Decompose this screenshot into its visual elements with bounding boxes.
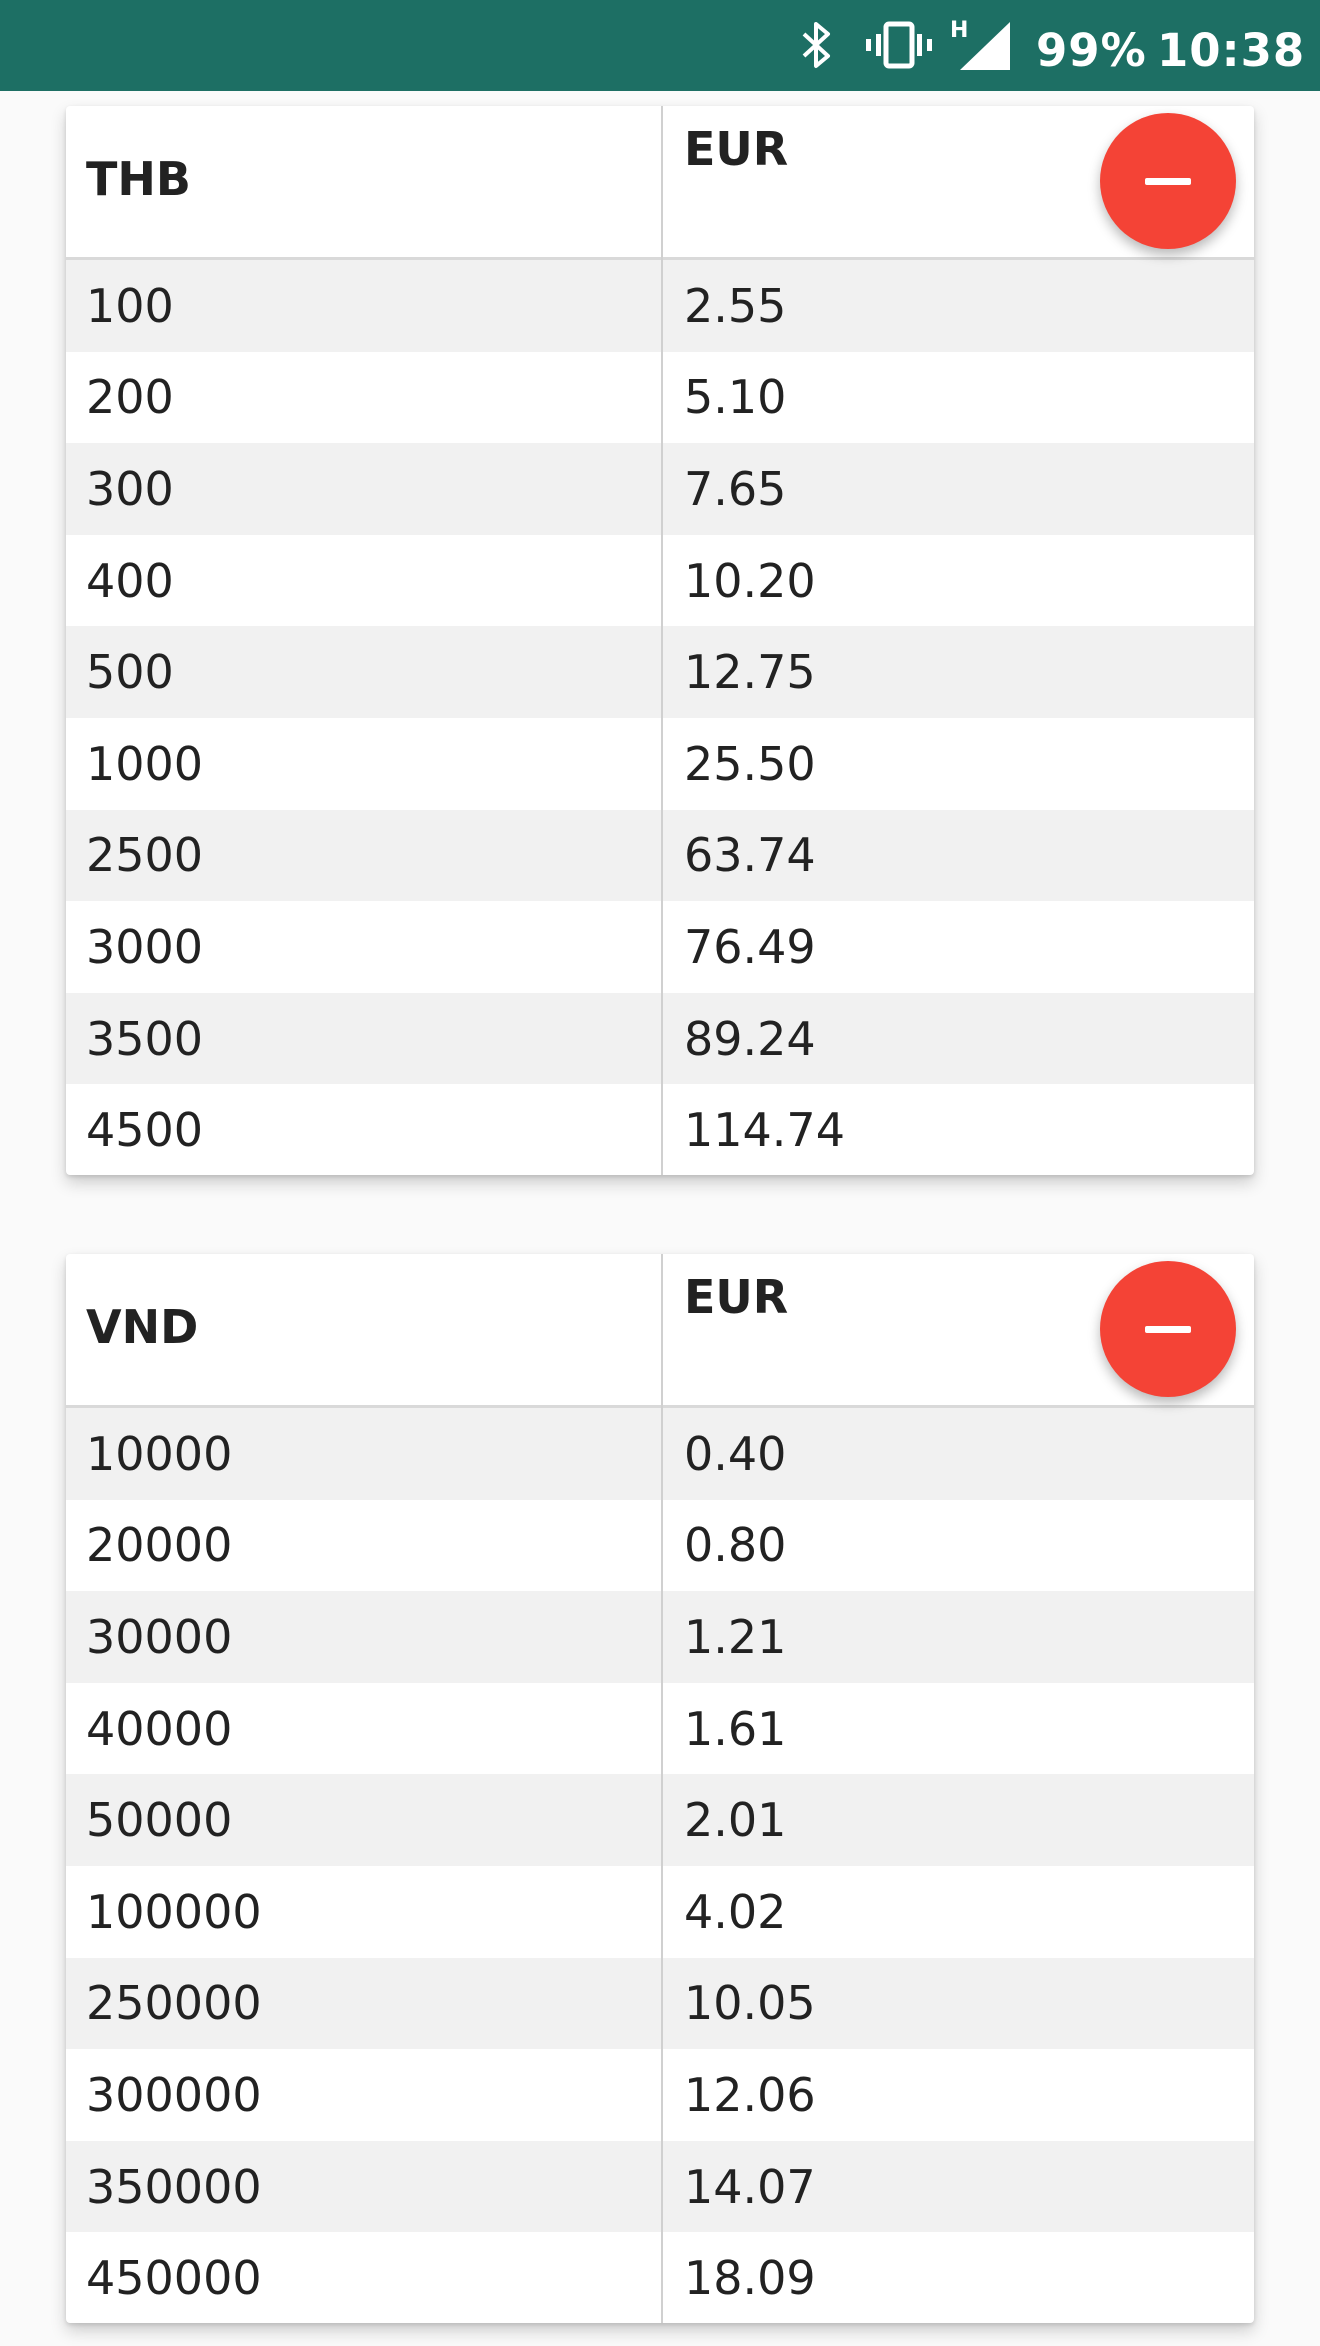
to-amount: 89.24 [684, 1011, 816, 1066]
to-amount: 0.80 [684, 1518, 787, 1573]
table-row: 30000 1.21 [66, 1591, 1254, 1683]
from-amount: 200 [86, 370, 174, 425]
table-row: 300 7.65 [66, 443, 1254, 535]
table-row: 300000 12.06 [66, 2049, 1254, 2141]
from-amount: 1000 [86, 736, 204, 791]
clock-time: 10:38 [1157, 24, 1306, 77]
table-row: 250000 10.05 [66, 1957, 1254, 2050]
status-bar: H 99% 10:38 [0, 0, 1320, 91]
from-amount: 10000 [86, 1426, 233, 1481]
remove-table-button[interactable] [1100, 113, 1236, 249]
table-row: 4500 114.74 [66, 1084, 1254, 1176]
table-row: 200 5.10 [66, 352, 1254, 444]
to-amount: 4.02 [684, 1884, 787, 1939]
from-amount: 300 [86, 461, 174, 516]
table-row: 2500 63.74 [66, 809, 1254, 902]
table-body: 100 2.55 200 5.10 300 7.65 400 10.20 500 12.7… [66, 260, 1254, 1176]
table-row: 100000 4.02 [66, 1866, 1254, 1958]
table-row: 10000 0.40 [66, 1408, 1254, 1500]
to-amount: 1.21 [684, 1609, 787, 1664]
to-amount: 0.40 [684, 1426, 787, 1481]
from-amount: 30000 [86, 1609, 233, 1664]
conversion-table-vnd-eur: VND EUR 10000 0.40 20000 0.80 30000 1.21 40… [66, 1254, 1254, 2323]
from-amount: 350000 [86, 2159, 262, 2214]
from-amount: 3000 [86, 919, 204, 974]
to-amount: 18.09 [684, 2251, 816, 2306]
table-row: 3500 89.24 [66, 992, 1254, 1085]
header-to-currency: EUR [684, 1270, 789, 1324]
from-amount: 100000 [86, 1884, 262, 1939]
to-amount: 76.49 [684, 919, 816, 974]
from-amount: 3500 [86, 1011, 204, 1066]
from-amount: 450000 [86, 2251, 262, 2306]
from-amount: 2500 [86, 828, 204, 883]
table-row: 500 12.75 [66, 626, 1254, 718]
to-amount: 7.65 [684, 461, 787, 516]
to-amount: 5.10 [684, 370, 787, 425]
from-amount: 250000 [86, 1976, 262, 2031]
table-row: 40000 1.61 [66, 1683, 1254, 1775]
from-amount: 40000 [86, 1701, 233, 1756]
from-amount: 100 [86, 278, 174, 333]
table-header: THB EUR [66, 106, 1254, 260]
header-to-currency: EUR [684, 122, 789, 176]
table-body: 10000 0.40 20000 0.80 30000 1.21 40000 1.61 … [66, 1408, 1254, 2324]
from-amount: 400 [86, 553, 174, 608]
remove-table-button[interactable] [1100, 1261, 1236, 1397]
table-header: VND EUR [66, 1254, 1254, 1408]
minus-icon [1145, 1325, 1191, 1333]
table-row: 450000 18.09 [66, 2232, 1254, 2324]
to-amount: 12.75 [684, 645, 816, 700]
table-row: 100 2.55 [66, 260, 1254, 352]
to-amount: 25.50 [684, 736, 816, 791]
table-row: 1000 25.50 [66, 718, 1254, 810]
column-divider [661, 1254, 663, 2323]
to-amount: 1.61 [684, 1701, 787, 1756]
to-amount: 63.74 [684, 828, 816, 883]
to-amount: 2.55 [684, 278, 787, 333]
bluetooth-icon [802, 22, 830, 68]
to-amount: 14.07 [684, 2159, 816, 2214]
header-from-currency: VND [86, 1300, 199, 1354]
to-amount: 2.01 [684, 1793, 787, 1848]
from-amount: 500 [86, 645, 174, 700]
table-row: 3000 76.49 [66, 901, 1254, 993]
from-amount: 50000 [86, 1793, 233, 1848]
table-row: 400 10.20 [66, 535, 1254, 627]
battery-percent: 99% [1036, 24, 1147, 77]
column-divider [661, 106, 663, 1175]
to-amount: 10.20 [684, 553, 816, 608]
conversion-table-thb-eur: THB EUR 100 2.55 200 5.10 300 7.65 400 10.20… [66, 106, 1254, 1175]
table-row: 20000 0.80 [66, 1500, 1254, 1592]
minus-icon [1145, 177, 1191, 185]
signal-icon [960, 22, 1010, 70]
to-amount: 10.05 [684, 1976, 816, 2031]
from-amount: 4500 [86, 1103, 204, 1158]
from-amount: 20000 [86, 1518, 233, 1573]
table-row: 350000 14.07 [66, 2140, 1254, 2233]
vibrate-icon [866, 21, 932, 69]
to-amount: 114.74 [684, 1103, 845, 1158]
from-amount: 300000 [86, 2067, 262, 2122]
table-row: 50000 2.01 [66, 1774, 1254, 1866]
header-from-currency: THB [86, 152, 191, 206]
to-amount: 12.06 [684, 2067, 816, 2122]
